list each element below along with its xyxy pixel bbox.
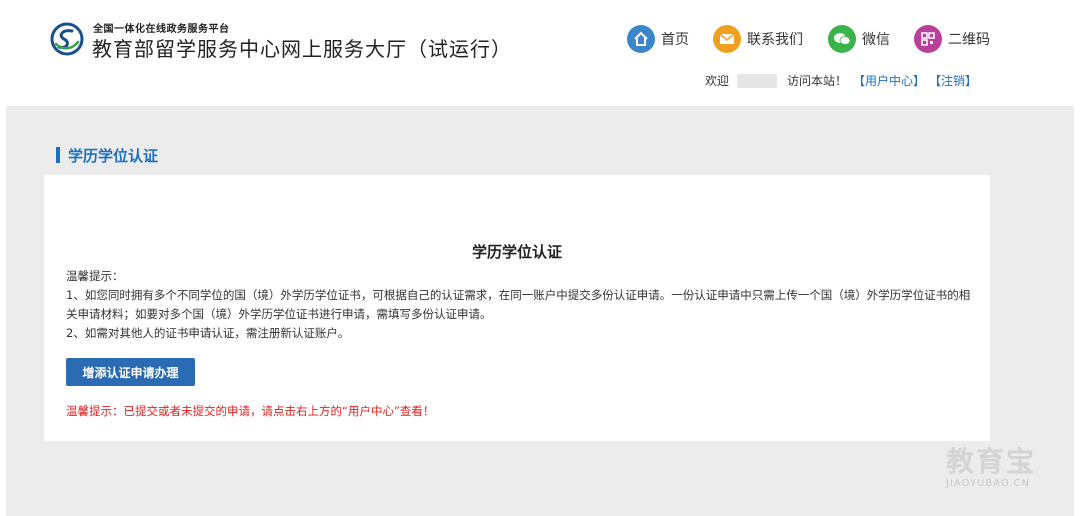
site-title[interactable]: 教育部留学服务中心网上服务大厅（试运行）	[92, 33, 512, 62]
qrcode-icon	[914, 25, 942, 53]
nav-qrcode-label: 二维码	[948, 32, 990, 48]
watermark-cn: 教育宝	[946, 445, 1037, 478]
welcome-prefix: 欢迎	[705, 74, 730, 88]
welcome-line: 欢迎 访问本站！ 【用户中心】 【注销】	[705, 72, 977, 89]
nav-wechat[interactable]: 微信	[828, 24, 890, 54]
tips-block: 温馨提示： 1、如您同时拥有多个不同学位的国（境）外学历学位证书，可根据自己的认…	[66, 267, 981, 343]
watermark-en: JIAOYUBAO.CN	[946, 478, 1030, 489]
ministry-logo-icon	[50, 22, 84, 56]
tip-item-2: 2、如需对其他人的证书申请认证，需注册新认证账户。	[66, 326, 350, 340]
site-header: 全国一体化在线政务服务平台 教育部留学服务中心网上服务大厅（试运行） 首页 联系…	[0, 0, 1080, 106]
warning-text: 温馨提示：已提交或者未提交的申请，请点击右上方的“用户中心”查看！	[66, 404, 435, 418]
mail-icon	[713, 25, 741, 53]
nav-home-label: 首页	[661, 32, 689, 48]
tips-heading: 温馨提示：	[66, 269, 124, 283]
home-icon	[627, 25, 655, 53]
nav-home[interactable]: 首页	[627, 24, 689, 54]
welcome-suffix: 访问本站！	[787, 74, 848, 88]
username-redacted	[737, 73, 778, 88]
nav-qrcode[interactable]: 二维码	[914, 24, 990, 54]
wechat-icon	[828, 25, 856, 53]
nav-contact[interactable]: 联系我们	[713, 24, 803, 54]
watermark: 教育宝 JIAOYUBAO.CN	[946, 440, 1066, 489]
tip-item-1: 1、如您同时拥有多个不同学位的国（境）外学历学位证书，可根据自己的认证需求，在同…	[66, 288, 971, 321]
section-header: 学历学位认证	[56, 145, 158, 165]
card-title: 学历学位认证	[471, 243, 562, 261]
logout-link[interactable]: 【注销】	[929, 72, 977, 89]
add-application-button[interactable]: 增添认证申请办理	[66, 358, 195, 386]
nav-wechat-label: 微信	[862, 32, 890, 48]
section-accent-bar	[56, 147, 60, 163]
content-card: 学历学位认证 温馨提示： 1、如您同时拥有多个不同学位的国（境）外学历学位证书，…	[44, 175, 990, 441]
user-center-link[interactable]: 【用户中心】	[853, 72, 925, 89]
nav-contact-label: 联系我们	[747, 32, 803, 48]
section-title: 学历学位认证	[68, 146, 159, 165]
